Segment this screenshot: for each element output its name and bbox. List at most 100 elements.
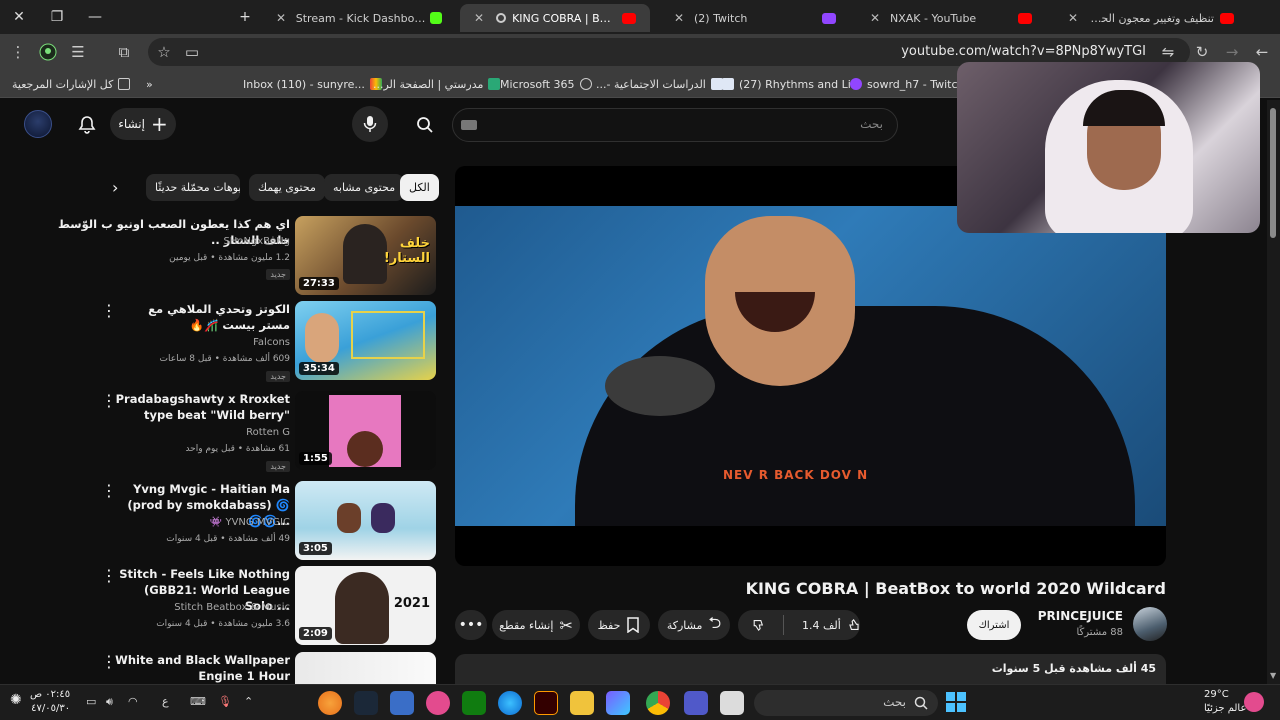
app-window-icon[interactable]	[720, 691, 744, 715]
reload-icon[interactable]: ↻	[1190, 40, 1214, 64]
system-clock[interactable]: ٠٢:٤٥ ص ٤٧/٠٥/٣٠	[30, 688, 70, 716]
chrome-icon[interactable]	[646, 691, 670, 715]
tab-close-icon[interactable]: ✕	[870, 11, 884, 25]
subscribe-button[interactable]: اشتراك	[967, 610, 1021, 640]
search-input[interactable]: بحث	[452, 108, 898, 142]
tab-kick-dashboard[interactable]: ✕ Stream - Kick Dashboard	[262, 4, 456, 32]
tab-search-icon[interactable]: ☰	[66, 40, 90, 64]
dislike-icon[interactable]	[752, 617, 765, 633]
new-tab-icon[interactable]: +	[226, 0, 264, 34]
save-button[interactable]: حفظ	[588, 610, 650, 640]
bookmark-twitch[interactable]: sowrd_h7 - Twitch	[850, 76, 965, 92]
chip-related[interactable]: محتوى مشابه	[324, 174, 405, 201]
tab-king-cobra[interactable]: ✕ KING COBRA | BeatBox to w	[460, 4, 650, 32]
scrollbar-thumb[interactable]	[1270, 108, 1276, 238]
copilot-icon[interactable]	[606, 691, 630, 715]
bookmark-star-icon[interactable]: ☆	[152, 40, 176, 64]
more-options-icon[interactable]: ⋮	[101, 568, 117, 586]
minecraft-launcher-icon[interactable]	[390, 691, 414, 715]
restore-window-icon[interactable]: ❐	[38, 0, 76, 34]
video-thumbnail[interactable]: 2021 2:09	[295, 566, 436, 645]
video-thumbnail[interactable]: 3:05	[295, 481, 436, 560]
list-item[interactable]: 1:55 ⋮ Pradabagshawty x Rroxket type bea…	[12, 391, 436, 472]
like-icon[interactable]	[847, 617, 860, 633]
notification-center-icon[interactable]: ✺	[10, 692, 32, 712]
illustrator-icon[interactable]	[534, 691, 558, 715]
chip-scroll-next-icon[interactable]: ›	[112, 178, 118, 197]
tray-overflow-icon[interactable]: ⌃	[244, 695, 253, 708]
input-language[interactable]: ع	[162, 695, 169, 708]
channel-name[interactable]: SHoNgxBoNg	[223, 236, 290, 247]
browser-menu-icon[interactable]: ⋮	[6, 40, 30, 64]
site-info-icon[interactable]: ⇋	[1156, 40, 1180, 64]
bookmark-rhythms[interactable]: (27) Rhythms and Li...	[722, 76, 861, 92]
file-explorer-icon[interactable]	[570, 691, 594, 715]
edge-icon[interactable]	[498, 691, 522, 715]
app-icon[interactable]	[426, 691, 450, 715]
page-scrollbar[interactable]: ▼	[1267, 100, 1280, 684]
weather-widget[interactable]: 29°C عالم جزئيًا	[1204, 688, 1246, 716]
notifications-bell-icon[interactable]	[72, 110, 102, 140]
tab-close-icon[interactable]: ✕	[276, 11, 290, 25]
more-options-icon[interactable]: ⋮	[101, 654, 117, 672]
microphone-tray-icon[interactable]: 🎙︎	[218, 695, 232, 708]
tab-nxak-youtube[interactable]: ✕ NXAK - YouTube	[856, 4, 1046, 32]
more-options-icon[interactable]: ⋮	[101, 303, 117, 321]
bookmark-social-studies[interactable]: الدراسات الاجتماعية -...	[596, 76, 723, 92]
scroll-down-icon[interactable]: ▼	[1270, 671, 1276, 680]
taskbar-search[interactable]: بحث	[754, 690, 938, 716]
video-thumbnail[interactable]: 35:34	[295, 301, 436, 380]
video-title[interactable]: Pradabagshawty x Rroxket type beat "Wild…	[114, 391, 290, 423]
chip-for-you[interactable]: محتوى يهمك	[249, 174, 325, 201]
forward-icon[interactable]: →	[1220, 40, 1244, 64]
chip-recent[interactable]: فيديوهات محمّلة حديثًا	[146, 174, 240, 201]
close-window-icon[interactable]: ✕	[0, 0, 38, 34]
bookmarks-overflow-icon[interactable]: »	[146, 76, 153, 92]
steam-icon[interactable]	[354, 691, 378, 715]
tab-close-icon[interactable]: ✕	[674, 11, 688, 25]
clip-button[interactable]: إنشاء مقطع ✂	[492, 610, 580, 640]
back-icon[interactable]: ←	[1250, 40, 1274, 64]
tab-close-icon[interactable]: ✕	[1068, 11, 1079, 25]
start-button[interactable]	[946, 692, 966, 712]
tab-close-icon[interactable]: ✕	[474, 11, 484, 25]
channel-name[interactable]: Stitch Beatbox & Music	[174, 602, 290, 613]
channel-avatar[interactable]	[1133, 607, 1167, 641]
wifi-icon[interactable]: ◠	[128, 695, 138, 708]
list-item[interactable]: 3:05 ⋮ Yvng Mvgic - Haitian Ma (prod by …	[12, 481, 436, 561]
list-item[interactable]: خلف الستار! 27:33 اي هم كذا يعطون الصعب ا…	[12, 216, 436, 296]
cast-icon[interactable]: ▭	[180, 40, 204, 64]
video-title[interactable]: الكوتز وتحدي الملاهي مع مستر بيست 🎢🔥	[114, 301, 290, 333]
video-title[interactable]: White and Black Wallpaper Engine 1 Hour	[114, 652, 290, 684]
extensions-icon[interactable]: ⧉	[112, 40, 136, 64]
more-actions-button[interactable]: •••	[455, 610, 487, 640]
channel-name-main[interactable]: PRINCEJUICE	[1038, 609, 1123, 623]
bookmark-madrasati[interactable]: مدرستي | الصفحة الر...	[373, 76, 501, 92]
bookmark-all[interactable]: كل الإشارات المرجعية	[12, 76, 131, 92]
search-button[interactable]	[402, 108, 448, 142]
more-options-icon[interactable]: ⋮	[101, 483, 117, 501]
share-button[interactable]: مشاركة ⮌	[658, 610, 730, 640]
more-options-icon[interactable]: ⋮	[101, 393, 117, 411]
overwatch-icon[interactable]	[318, 691, 342, 715]
video-thumbnail[interactable]: خلف الستار! 27:33	[295, 216, 436, 295]
tab-laptop-paste[interactable]: ✕ تنظيف وتغيير معجون الحراري بلابتوب	[1054, 4, 1248, 32]
minimize-window-icon[interactable]: —	[76, 0, 114, 34]
video-thumbnail[interactable]: 1:55	[295, 391, 436, 470]
volume-icon[interactable]: 🔊︎	[106, 695, 113, 709]
keyboard-tray-icon[interactable]: ⌨	[190, 695, 206, 708]
avatar[interactable]	[24, 110, 52, 138]
battery-icon[interactable]: ▭	[86, 695, 96, 708]
video-thumbnail[interactable]	[295, 652, 436, 684]
tab-twitch[interactable]: ✕ (2) Twitch	[660, 4, 850, 32]
chip-all[interactable]: الكل	[400, 174, 439, 201]
keyboard-icon[interactable]	[461, 120, 477, 130]
voice-search-icon[interactable]	[352, 106, 388, 142]
xbox-icon[interactable]	[462, 691, 486, 715]
list-item[interactable]: ⋮ White and Black Wallpaper Engine 1 Hou…	[12, 652, 436, 684]
channel-name[interactable]: Falcons	[253, 337, 290, 348]
bookmark-microsoft365[interactable]: Microsoft 365	[500, 76, 592, 92]
list-item[interactable]: 2021 2:09 ⋮ Stitch - Feels Like Nothing …	[12, 566, 436, 646]
channel-name[interactable]: YVNG MVGIC 👾	[210, 517, 290, 528]
teams-icon[interactable]	[684, 691, 708, 715]
